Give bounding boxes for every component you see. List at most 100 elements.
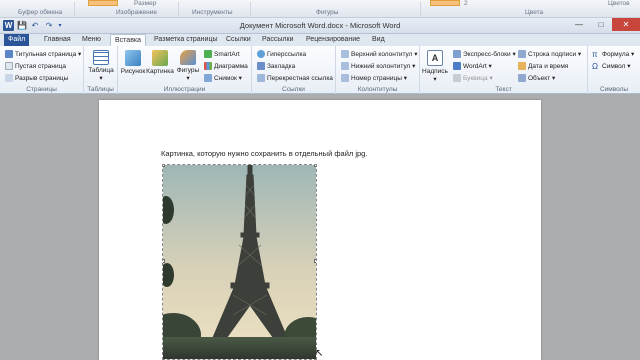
group-label-tools: Инструменты <box>192 9 233 16</box>
page-break-button[interactable]: Разрыв страницы <box>5 73 68 83</box>
tab-file[interactable]: Файл <box>4 34 30 46</box>
page-break-icon <box>5 74 13 82</box>
drop-cap-icon <box>453 74 461 82</box>
wordart-button[interactable]: WordArt ▾ <box>453 61 492 71</box>
tab-menu[interactable]: Меню <box>78 34 105 46</box>
tab-view[interactable]: Вид <box>368 34 389 46</box>
symbol-button[interactable]: Ω Символ ▾ <box>592 61 631 71</box>
omega-icon: Ω <box>592 62 598 71</box>
date-time-button[interactable]: Дата и время <box>518 61 568 71</box>
wordart-icon <box>453 62 461 70</box>
group-label: Иллюстрации <box>163 86 206 93</box>
calendar-icon <box>518 62 526 70</box>
ribbon-tabs: Файл Главная Меню Вставка Разметка стран… <box>0 34 640 46</box>
smartart-icon <box>204 50 212 58</box>
screenshot-icon <box>204 74 212 82</box>
object-icon <box>518 74 526 82</box>
picture-button[interactable]: Рисунок <box>120 48 146 82</box>
group-label: Таблицы <box>87 86 114 93</box>
mouse-cursor-icon: ↖ <box>315 348 324 359</box>
quick-parts-button[interactable]: Экспресс-блоки ▾ <box>453 49 516 59</box>
maximize-button[interactable]: □ <box>590 18 612 31</box>
group-label-clipboard: Буфер обмена <box>18 9 63 16</box>
group-label: Страницы <box>26 86 57 93</box>
tab-insert[interactable]: Вставка <box>110 34 147 46</box>
table-button[interactable]: Таблица ▾ <box>88 48 114 82</box>
screenshot-button[interactable]: Снимок ▾ <box>204 73 242 83</box>
text-box-button[interactable]: A Надпись ▾ <box>422 48 448 83</box>
title-bar: W 💾 ↶ ↷ ▾ Документ Microsoft Word.docx -… <box>0 18 640 34</box>
line-width-fragment: 2 <box>464 0 468 7</box>
color-swatch <box>430 0 460 6</box>
cover-page-icon <box>5 50 13 58</box>
highlight-swatch <box>88 0 118 6</box>
quick-parts-icon <box>453 50 461 58</box>
cross-reference-button[interactable]: Перекрестная ссылка <box>257 73 333 83</box>
eiffel-tower-image[interactable] <box>162 164 317 360</box>
header-icon <box>341 50 349 58</box>
shapes-icon <box>180 50 196 65</box>
equation-button[interactable]: π Формула ▾ <box>592 49 634 59</box>
document-area: Картинка, которую нужно сохранить в отде… <box>0 95 640 360</box>
blank-page-icon <box>5 62 13 70</box>
window-title: Документ Microsoft Word.docx - Microsoft… <box>239 21 401 30</box>
chart-icon <box>204 62 212 70</box>
page-number-button[interactable]: Номер страницы ▾ <box>341 73 407 83</box>
drop-cap-button[interactable]: Буквица ▾ <box>453 73 493 83</box>
group-header-footer: Верхний колонтитул ▾ Нижний колонтитул ▾… <box>336 46 420 94</box>
globe-icon <box>257 50 265 58</box>
bookmark-icon <box>257 62 265 70</box>
clipart-icon <box>152 50 168 66</box>
picture-icon <box>125 50 141 66</box>
smartart-button[interactable]: SmartArt <box>204 49 240 59</box>
header-button[interactable]: Верхний колонтитул ▾ <box>341 49 418 59</box>
resize-handle-top-left[interactable] <box>163 165 165 167</box>
clipart-button[interactable]: Картинка <box>146 48 174 82</box>
group-tables: Таблица ▾ Таблицы <box>84 46 118 94</box>
group-links: Гиперссылка Закладка Перекрестная ссылка… <box>252 46 336 94</box>
chart-button[interactable]: Диаграмма <box>204 61 248 71</box>
group-illustrations: Рисунок Картинка Фигуры ▾ SmartArt Диагр… <box>118 46 252 94</box>
eiffel-tower-photo <box>163 165 316 359</box>
document-page[interactable]: Картинка, которую нужно сохранить в отде… <box>99 100 541 360</box>
resize-handle-right[interactable] <box>314 259 316 263</box>
cross-reference-icon <box>257 74 265 82</box>
group-label: Ссылки <box>282 86 305 93</box>
blank-page-button[interactable]: Пустая страница <box>5 61 66 71</box>
minimize-button[interactable]: — <box>568 18 590 31</box>
group-text: A Надпись ▾ Экспресс-блоки ▾ WordArt ▾ Б… <box>420 46 588 94</box>
object-button[interactable]: Объект ▾ <box>518 73 555 83</box>
ribbon-insert: Титульная страница ▾ Пустая страница Раз… <box>0 46 640 94</box>
tab-review[interactable]: Рецензирование <box>302 34 364 46</box>
group-pages: Титульная страница ▾ Пустая страница Раз… <box>0 46 84 94</box>
signature-line-icon <box>518 50 526 58</box>
group-label: Символы <box>599 86 629 93</box>
colors-fragment: Цветов <box>608 0 630 7</box>
group-label-image: Изображение <box>116 9 157 16</box>
close-button[interactable]: ✕ <box>612 18 640 31</box>
signature-line-button[interactable]: Строка подписи ▾ <box>518 49 581 59</box>
pi-icon: π <box>592 50 598 59</box>
group-label: Текст <box>495 86 512 93</box>
resize-handle-left[interactable] <box>163 259 165 263</box>
tab-references[interactable]: Ссылки <box>222 34 255 46</box>
table-icon <box>93 50 109 65</box>
footer-button[interactable]: Нижний колонтитул ▾ <box>341 61 415 71</box>
tab-page-layout[interactable]: Разметка страницы <box>150 34 222 46</box>
tab-mailings[interactable]: Рассылки <box>258 34 297 46</box>
group-label-colors: Цвета <box>525 9 544 16</box>
cover-page-button[interactable]: Титульная страница ▾ <box>5 49 81 59</box>
tab-home[interactable]: Главная <box>40 34 75 46</box>
group-symbols: π Формула ▾ Ω Символ ▾ Символы <box>588 46 640 94</box>
group-label: Колонтитулы <box>357 86 398 93</box>
document-text: Картинка, которую нужно сохранить в отде… <box>161 149 368 158</box>
resize-handle-top-right[interactable] <box>314 165 316 167</box>
word-window: Буфер обмена Изображение Инструменты Фиг… <box>0 0 640 360</box>
size-fragment: Размер <box>134 0 157 7</box>
shapes-button[interactable]: Фигуры ▾ <box>175 48 201 82</box>
hyperlink-button[interactable]: Гиперссылка <box>257 49 306 59</box>
group-label-shapes: Фигуры <box>316 9 339 16</box>
text-box-icon: A <box>427 50 443 66</box>
page-number-icon <box>341 74 349 82</box>
bookmark-button[interactable]: Закладка <box>257 61 295 71</box>
